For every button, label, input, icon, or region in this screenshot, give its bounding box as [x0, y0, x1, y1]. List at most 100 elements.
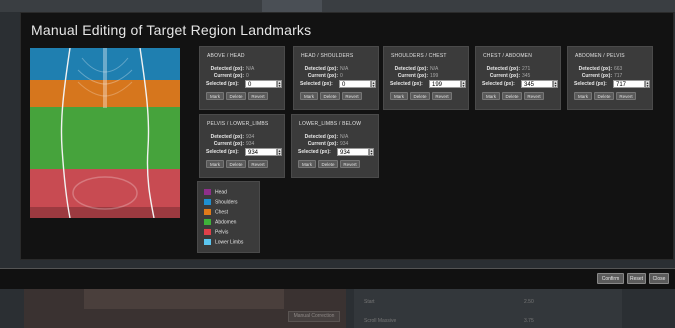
- delete-button[interactable]: Delete: [318, 160, 338, 168]
- detected-row: Detected (px): 934: [210, 134, 255, 140]
- selected-value-input[interactable]: 345: [521, 80, 553, 88]
- current-row: Current (px): 0: [213, 73, 249, 79]
- detected-row: Detected (px): N/A: [304, 134, 349, 140]
- background-image-viewer: [24, 289, 346, 328]
- selected-value-input[interactable]: 934: [245, 148, 277, 156]
- selected-row: Selected (px):: [300, 81, 333, 87]
- detected-row: Detected (px): N/A: [304, 66, 349, 72]
- current-row: Current (px): 934: [307, 141, 349, 147]
- selected-row: Selected (px):: [482, 81, 515, 87]
- selected-spinner[interactable]: ▴ ▾: [645, 80, 650, 88]
- detected-row: Detected (px): N/A: [394, 66, 439, 72]
- legend-item-head: Head: [204, 189, 227, 195]
- selected-spinner[interactable]: ▴ ▾: [371, 80, 376, 88]
- mark-button[interactable]: Mark: [206, 92, 224, 100]
- legend-swatch: [204, 209, 211, 215]
- card-title: ABOVE / HEAD: [207, 53, 245, 59]
- selected-row: Selected (px):: [298, 149, 331, 155]
- dialog-footer: [0, 269, 675, 289]
- selected-spinner[interactable]: ▴ ▾: [369, 148, 374, 156]
- revert-button[interactable]: Revert: [248, 160, 268, 168]
- background-manual-correction-button: Manual Correction: [288, 311, 340, 322]
- landmark-card-shoulders-chest: SHOULDERS / CHEST Detected (px): N/A Curr…: [383, 46, 469, 110]
- background-image-region: [84, 289, 284, 309]
- background-application: Manual Correction Start 2.50 Scroll Mass…: [0, 289, 675, 328]
- landmark-card-head-shoulders: HEAD / SHOULDERS Detected (px): N/A Curre…: [293, 46, 379, 110]
- current-row: Current (px): 0: [307, 73, 343, 79]
- card-title: HEAD / SHOULDERS: [301, 53, 354, 59]
- legend-swatch: [204, 219, 211, 225]
- mark-button[interactable]: Mark: [206, 160, 224, 168]
- card-title: PELVIS / LOWER_LIMBS: [207, 121, 269, 127]
- mark-button[interactable]: Mark: [482, 92, 500, 100]
- card-title: SHOULDERS / CHEST: [391, 53, 447, 59]
- selected-spinner[interactable]: ▴ ▾: [277, 80, 282, 88]
- revert-button[interactable]: Revert: [248, 92, 268, 100]
- selected-row: Selected (px):: [206, 81, 239, 87]
- selected-value-input[interactable]: 717: [613, 80, 645, 88]
- legend-swatch: [204, 229, 211, 235]
- delete-button[interactable]: Delete: [226, 160, 246, 168]
- dialog-title: Manual Editing of Target Region Landmark…: [31, 22, 312, 38]
- detected-row: Detected (px): N/A: [210, 66, 255, 72]
- landmark-card-abdomen-pelvis: ABDOMEN / PELVIS Detected (px): 663 Curre…: [567, 46, 653, 110]
- card-title: LOWER_LIMBS / BELOW: [299, 121, 362, 127]
- mark-button[interactable]: Mark: [390, 92, 408, 100]
- background-row-value: 2.50: [524, 299, 534, 305]
- close-button[interactable]: Close: [649, 273, 669, 284]
- landmark-card-above-head: ABOVE / HEAD Detected (px): N/A Current (…: [199, 46, 285, 110]
- selected-spinner[interactable]: ▴ ▾: [277, 148, 282, 156]
- delete-button[interactable]: Delete: [502, 92, 522, 100]
- legend-swatch: [204, 189, 211, 195]
- legend-swatch: [204, 199, 211, 205]
- revert-button[interactable]: Revert: [524, 92, 544, 100]
- current-row: Current (px): 345: [489, 73, 531, 79]
- delete-button[interactable]: Delete: [594, 92, 614, 100]
- current-row: Current (px): 934: [213, 141, 255, 147]
- legend-item-chest: Chest: [204, 209, 228, 215]
- legend-item-pelvis: Pelvis: [204, 229, 228, 235]
- mark-button[interactable]: Mark: [300, 92, 318, 100]
- selected-value-input[interactable]: 934: [337, 148, 369, 156]
- revert-button[interactable]: Revert: [340, 160, 360, 168]
- revert-button[interactable]: Revert: [342, 92, 362, 100]
- background-row-label: Scroll Massive: [364, 318, 397, 324]
- region-legend: Head Shoulders Chest Abdomen Pelvis Lowe…: [197, 181, 260, 253]
- delete-button[interactable]: Delete: [226, 92, 246, 100]
- current-row: Current (px): 717: [581, 73, 623, 79]
- selected-row: Selected (px):: [574, 81, 607, 87]
- legend-item-lower-limbs: Lower Limbs: [204, 239, 243, 245]
- reset-button[interactable]: Reset: [627, 273, 646, 284]
- confirm-button[interactable]: Confirm: [597, 273, 624, 284]
- landmark-editing-dialog: Manual Editing of Target Region Landmark…: [20, 12, 674, 260]
- landmark-card-lower-limbs-below: LOWER_LIMBS / BELOW Detected (px): N/A Cu…: [291, 114, 379, 178]
- background-top-bar: [0, 0, 675, 12]
- selected-row: Selected (px):: [390, 81, 423, 87]
- legend-swatch: [204, 239, 211, 245]
- revert-button[interactable]: Revert: [616, 92, 636, 100]
- delete-button[interactable]: Delete: [410, 92, 430, 100]
- selected-spinner[interactable]: ▴ ▾: [461, 80, 466, 88]
- landmark-card-chest-abdomen: CHEST / ABDOMEN Detected (px): 271 Curren…: [475, 46, 561, 110]
- selected-spinner[interactable]: ▴ ▾: [553, 80, 558, 88]
- background-row-value: 3.75: [524, 318, 534, 324]
- body-outline: [60, 48, 155, 218]
- detected-row: Detected (px): 663: [578, 66, 623, 72]
- selected-value-input[interactable]: 0: [339, 80, 371, 88]
- background-row-label: Start: [364, 299, 375, 305]
- card-title: CHEST / ABDOMEN: [483, 53, 533, 59]
- selected-value-input[interactable]: 0: [245, 80, 277, 88]
- selected-value-input[interactable]: 199: [429, 80, 461, 88]
- mark-button[interactable]: Mark: [574, 92, 592, 100]
- card-title: ABDOMEN / PELVIS: [575, 53, 625, 59]
- current-row: Current (px): 199: [397, 73, 439, 79]
- delete-button[interactable]: Delete: [320, 92, 340, 100]
- background-tab-strip: [262, 0, 322, 12]
- legend-item-abdomen: Abdomen: [204, 219, 236, 225]
- detected-row: Detected (px): 271: [486, 66, 531, 72]
- mark-button[interactable]: Mark: [298, 160, 316, 168]
- revert-button[interactable]: Revert: [432, 92, 452, 100]
- legend-item-shoulders: Shoulders: [204, 199, 238, 205]
- landmark-card-pelvis-lower-limbs: PELVIS / LOWER_LIMBS Detected (px): 934 C…: [199, 114, 285, 178]
- xray-scan-preview[interactable]: [30, 48, 180, 218]
